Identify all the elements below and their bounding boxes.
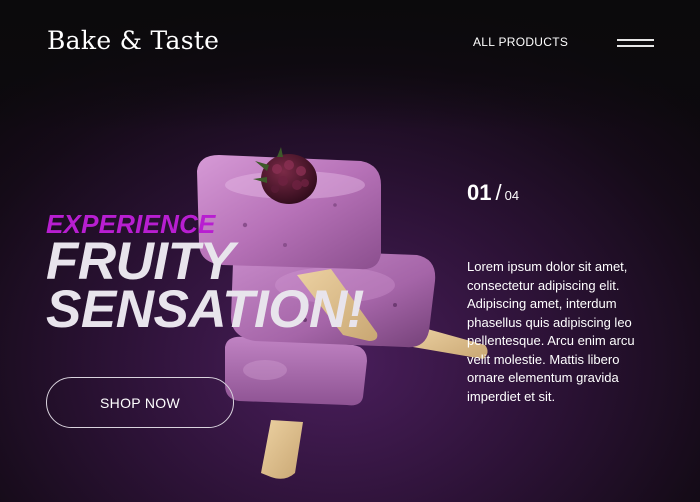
slide-separator: / xyxy=(495,180,502,205)
shop-now-button[interactable]: SHOP NOW xyxy=(46,377,234,428)
headline-line-2: SENSATION! xyxy=(46,280,364,339)
slide-counter: 01/04 xyxy=(467,180,519,206)
menu-line-top xyxy=(617,39,654,41)
header-background xyxy=(0,0,700,130)
slide-current: 01 xyxy=(467,180,492,205)
hero-headline: FRUITY SENSATION! xyxy=(46,232,364,339)
headline-line-1: FRUITY xyxy=(46,232,235,291)
menu-line-bottom xyxy=(617,45,654,47)
hero-description: Lorem ipsum dolor sit amet, consectetur … xyxy=(467,259,635,404)
brand-logo[interactable]: Bake & Taste xyxy=(47,26,219,55)
all-products-link[interactable]: ALL PRODUCTS xyxy=(473,35,568,49)
hamburger-menu-icon[interactable] xyxy=(617,37,654,49)
slide-total: 04 xyxy=(504,188,520,203)
